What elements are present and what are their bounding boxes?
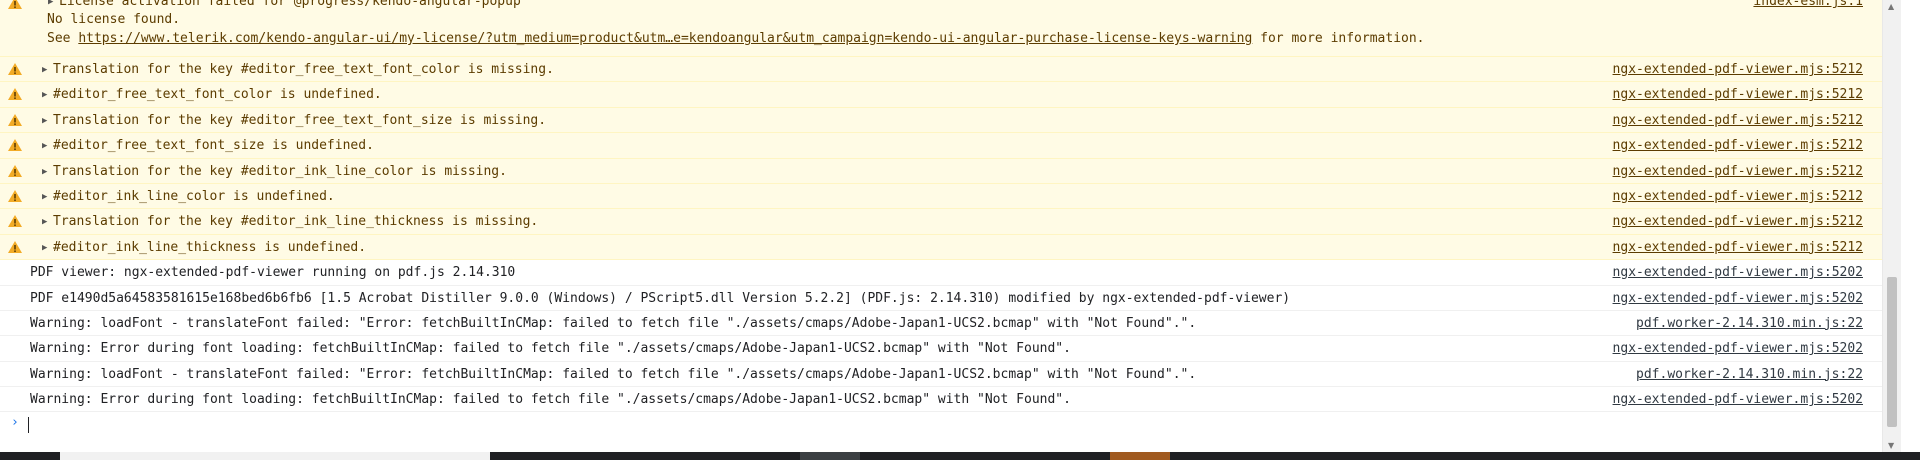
taskbar <box>0 452 1920 460</box>
source-link[interactable]: ngx-extended-pdf-viewer.mjs:5202 <box>1613 286 1863 311</box>
warning-icon <box>8 139 22 152</box>
source-link[interactable]: ngx-extended-pdf-viewer.mjs:5202 <box>1613 260 1863 285</box>
log-message: PDF viewer: ngx-extended-pdf-viewer runn… <box>30 265 516 281</box>
scrollbar-thumb[interactable] <box>1887 277 1897 427</box>
taskbar-item[interactable] <box>1110 452 1170 460</box>
console-log-row[interactable]: Warning: loadFont - translateFont failed… <box>0 311 1901 337</box>
console-log-row[interactable]: Warning: Error during font loading: fetc… <box>0 336 1901 362</box>
warning-message: ▶ Translation for the key #editor_free_te… <box>42 57 554 83</box>
taskbar-item[interactable] <box>60 452 490 460</box>
expand-arrow-icon[interactable]: ▶ <box>42 134 53 159</box>
source-link[interactable]: ngx-extended-pdf-viewer.mjs:5212 <box>1613 82 1863 107</box>
warning-message: ▶ Translation for the key #editor_ink_lin… <box>42 209 538 235</box>
expand-arrow-icon[interactable]: ▶ <box>48 0 59 7</box>
console-warning-row[interactable]: ▶ Translation for the key #editor_free_te… <box>0 107 1901 134</box>
console-panel: ▶ License activation failed for @progress… <box>0 0 1901 452</box>
source-link[interactable]: pdf.worker-2.14.310.min.js:22 <box>1636 311 1863 336</box>
vertical-scrollbar[interactable]: ▲ ▼ <box>1882 0 1901 452</box>
taskbar-item[interactable] <box>800 452 860 460</box>
log-message: Warning: loadFont - translateFont failed… <box>30 315 1197 331</box>
source-link[interactable]: pdf.worker-2.14.310.min.js:22 <box>1636 362 1863 387</box>
warning-message: ▶ #editor_free_text_font_size is undefine… <box>42 133 374 159</box>
expand-arrow-icon[interactable]: ▶ <box>42 160 53 185</box>
warning-icon <box>8 88 22 101</box>
source-link[interactable]: ngx-extended-pdf-viewer.mjs:5212 <box>1613 184 1863 209</box>
console-input-caret[interactable] <box>28 417 29 433</box>
warning-icon <box>8 240 22 253</box>
license-warning-detail: No license found. <box>47 12 181 27</box>
source-link[interactable]: index-esm.js:1 <box>1753 0 1863 9</box>
source-link[interactable]: ngx-extended-pdf-viewer.mjs:5212 <box>1613 133 1863 158</box>
console-warning-row[interactable]: ▶ #editor_free_text_font_color is undefin… <box>0 82 1901 108</box>
expand-arrow-icon[interactable]: ▶ <box>42 185 53 210</box>
warning-message: ▶ Translation for the key #editor_ink_lin… <box>42 159 507 185</box>
console-prompt[interactable]: › <box>0 412 1901 438</box>
expand-arrow-icon[interactable]: ▶ <box>42 83 53 108</box>
console-log-row[interactable]: Warning: loadFont - translateFont failed… <box>0 362 1901 388</box>
source-link[interactable]: ngx-extended-pdf-viewer.mjs:5212 <box>1613 57 1863 82</box>
log-message: Warning: loadFont - translateFont failed… <box>30 366 1197 382</box>
console-warning-row[interactable]: ▶ Translation for the key #editor_ink_lin… <box>0 158 1901 185</box>
expand-arrow-icon[interactable]: ▶ <box>42 236 53 261</box>
expand-arrow-icon[interactable]: ▶ <box>42 109 53 134</box>
log-message: Warning: Error during font loading: fetc… <box>30 341 1071 357</box>
console-log-row[interactable]: PDF viewer: ngx-extended-pdf-viewer runn… <box>0 260 1901 286</box>
warning-message: ▶ #editor_free_text_font_color is undefin… <box>42 82 382 108</box>
expand-arrow-icon[interactable]: ▶ <box>42 58 53 83</box>
warning-icon <box>8 189 22 202</box>
console-warning-row[interactable]: ▶ Translation for the key #editor_ink_lin… <box>0 209 1901 235</box>
expand-arrow-icon[interactable]: ▶ <box>42 210 53 235</box>
log-message: PDF e1490d5a64583581615e168bed6b6fb6 [1.… <box>30 290 1291 306</box>
console-warning-license[interactable]: ▶ License activation failed for @progress… <box>0 0 1901 57</box>
scroll-up-icon[interactable]: ▲ <box>1888 2 1894 11</box>
warning-icon <box>8 164 22 177</box>
warning-icon <box>8 215 22 228</box>
console-warning-row[interactable]: ▶ #editor_free_text_font_size is undefine… <box>0 133 1901 159</box>
source-link[interactable]: ngx-extended-pdf-viewer.mjs:5212 <box>1613 159 1863 184</box>
warning-icon <box>8 0 22 9</box>
warning-icon <box>8 63 22 75</box>
warning-message: ▶ Translation for the key #editor_free_te… <box>42 108 546 134</box>
console-log-row[interactable]: Warning: Error during font loading: fetc… <box>0 387 1901 413</box>
warning-message: ▶ #editor_ink_line_color is undefined. <box>42 184 335 210</box>
warning-message: ▶ #editor_ink_line_thickness is undefined… <box>42 235 366 261</box>
source-link[interactable]: ngx-extended-pdf-viewer.mjs:5202 <box>1613 387 1863 412</box>
source-link[interactable]: ngx-extended-pdf-viewer.mjs:5212 <box>1613 235 1863 260</box>
chevron-right-icon: › <box>11 415 19 430</box>
license-warning-see: See https://www.telerik.com/kendo-angula… <box>47 31 1425 46</box>
console-warning-row[interactable]: ▶ #editor_ink_line_color is undefined. ngx… <box>0 183 1901 210</box>
scroll-down-icon[interactable]: ▼ <box>1888 441 1894 450</box>
console-warning-row[interactable]: ▶ Translation for the key #editor_free_te… <box>0 57 1901 83</box>
console-warning-row[interactable]: ▶ #editor_ink_line_thickness is undefined… <box>0 234 1901 261</box>
console-log-row[interactable]: PDF e1490d5a64583581615e168bed6b6fb6 [1.… <box>0 286 1901 311</box>
log-message: Warning: Error during font loading: fetc… <box>30 392 1071 408</box>
source-link[interactable]: ngx-extended-pdf-viewer.mjs:5212 <box>1613 108 1863 133</box>
license-link[interactable]: https://www.telerik.com/kendo-angular-ui… <box>78 31 1252 46</box>
source-link[interactable]: ngx-extended-pdf-viewer.mjs:5212 <box>1613 209 1863 234</box>
warning-icon <box>8 113 22 126</box>
license-warning-message: ▶ License activation failed for @progress… <box>48 0 521 9</box>
source-link[interactable]: ngx-extended-pdf-viewer.mjs:5202 <box>1613 336 1863 361</box>
